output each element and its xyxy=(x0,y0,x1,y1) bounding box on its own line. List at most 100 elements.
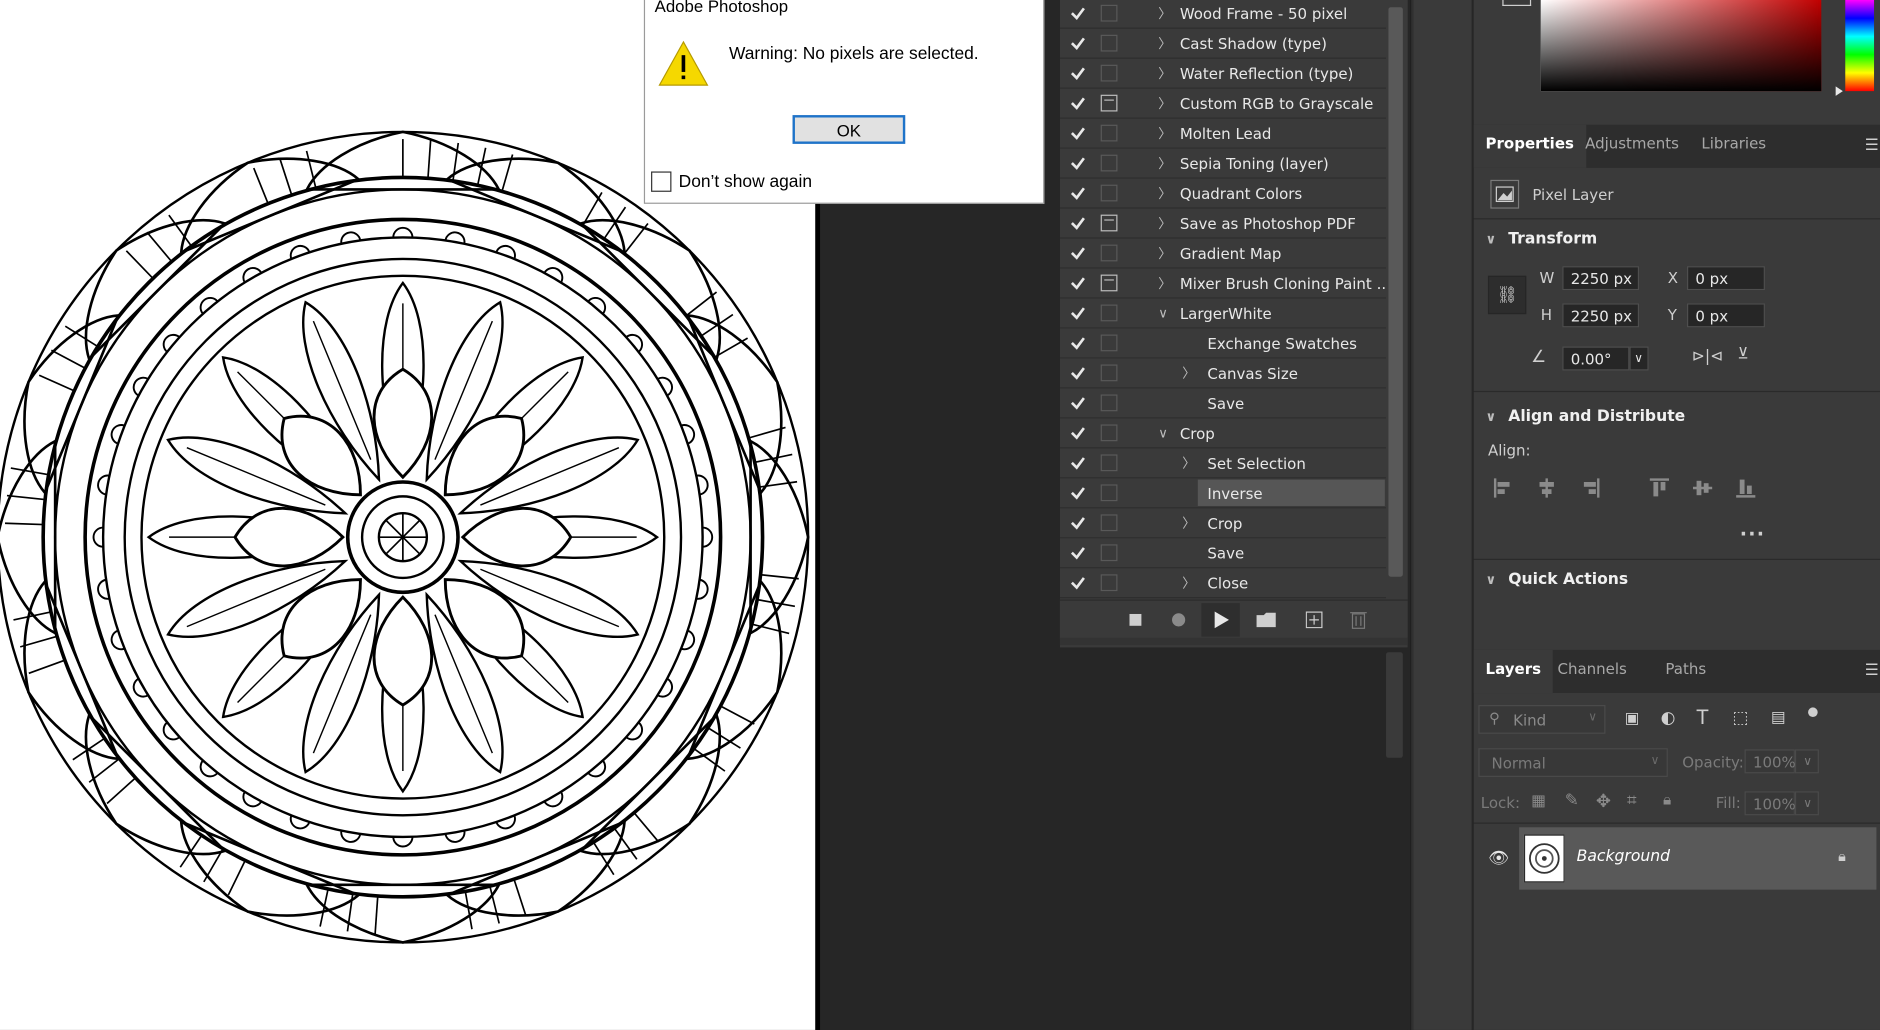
checkmark-icon[interactable] xyxy=(1070,484,1087,501)
chevron-right-icon[interactable]: 〉 xyxy=(1182,513,1195,532)
chevron-right-icon[interactable]: 〉 xyxy=(1158,273,1171,292)
dont-show-again-checkbox[interactable] xyxy=(651,171,672,192)
layer-filter-select[interactable]: ⚲ Kind ∨ xyxy=(1478,705,1606,734)
dialog-toggle-icon[interactable] xyxy=(1100,574,1118,592)
dialog-toggle-icon[interactable] xyxy=(1100,544,1118,562)
action-row[interactable]: Inverse xyxy=(1059,478,1387,509)
checkmark-icon[interactable] xyxy=(1070,364,1087,381)
chevron-right-icon[interactable]: 〉 xyxy=(1158,183,1171,202)
x-field[interactable]: 0 px xyxy=(1686,266,1765,291)
dialog-toggle-icon[interactable] xyxy=(1100,394,1118,412)
tab-paths[interactable]: Paths xyxy=(1653,650,1718,693)
tab-layers[interactable]: Layers xyxy=(1473,649,1554,694)
lock-artboard-icon[interactable]: ⌗ xyxy=(1627,791,1636,810)
dialog-toggle-icon[interactable] xyxy=(1100,514,1118,532)
tab-libraries[interactable]: Libraries xyxy=(1689,125,1778,168)
opacity-field[interactable]: 100% xyxy=(1744,749,1796,774)
flip-vertical-icon[interactable]: ⊻ xyxy=(1737,345,1748,363)
chevron-down-icon[interactable]: ∨ xyxy=(1158,425,1170,441)
dialog-toggle-icon[interactable] xyxy=(1100,334,1118,352)
align-left-icon[interactable] xyxy=(1493,477,1515,503)
checkmark-icon[interactable] xyxy=(1070,125,1087,142)
blend-mode-select[interactable]: Normal ∨ xyxy=(1478,748,1668,777)
dialog-toggle-icon[interactable] xyxy=(1100,274,1118,292)
align-middle-v-icon[interactable] xyxy=(1692,477,1714,503)
action-row[interactable]: 〉 Custom RGB to Grayscale xyxy=(1059,89,1387,119)
dialog-toggle-icon[interactable] xyxy=(1100,34,1118,52)
action-row[interactable]: 〉 Save as Photoshop PDF xyxy=(1059,209,1387,239)
chevron-right-icon[interactable]: 〉 xyxy=(1158,4,1171,23)
opacity-dropdown[interactable]: ∨ xyxy=(1794,749,1819,774)
action-row[interactable]: 〉 Mixer Brush Cloning Paint ... xyxy=(1059,269,1391,299)
action-row[interactable]: 〉 Wood Frame - 50 pixel xyxy=(1059,0,1387,29)
checkmark-icon[interactable] xyxy=(1070,275,1087,292)
color-picker-field[interactable] xyxy=(1540,0,1822,92)
dialog-toggle-icon[interactable] xyxy=(1100,64,1118,82)
action-row[interactable]: 〉 Set Selection xyxy=(1059,448,1387,479)
filter-shape-icon[interactable]: ⬚ xyxy=(1733,709,1749,728)
hue-slider-handle[interactable] xyxy=(1835,86,1843,96)
tab-properties[interactable]: Properties xyxy=(1473,124,1586,168)
play-icon[interactable] xyxy=(1209,608,1235,632)
lock-transparent-icon[interactable]: ▦ xyxy=(1531,793,1546,811)
filter-toggle-icon[interactable] xyxy=(1808,707,1818,718)
filter-pixel-icon[interactable]: ▣ xyxy=(1625,710,1640,728)
checkmark-icon[interactable] xyxy=(1070,95,1087,112)
height-field[interactable]: 2250 px xyxy=(1562,303,1640,328)
document-scrollbar[interactable] xyxy=(1383,647,1408,1030)
action-row[interactable]: 〉 Quadrant Colors xyxy=(1059,179,1387,209)
dialog-toggle-icon[interactable] xyxy=(1100,94,1118,112)
chevron-right-icon[interactable]: 〉 xyxy=(1182,363,1195,382)
y-field[interactable]: 0 px xyxy=(1686,303,1765,328)
fill-dropdown[interactable]: ∨ xyxy=(1794,791,1819,816)
dialog-toggle-icon[interactable] xyxy=(1100,484,1118,502)
chevron-right-icon[interactable]: 〉 xyxy=(1158,153,1171,172)
panel-menu-icon[interactable]: ☰ xyxy=(1865,137,1879,155)
checkmark-icon[interactable] xyxy=(1070,454,1087,471)
chevron-down-icon[interactable]: ∨ xyxy=(1158,305,1170,321)
transform-header[interactable]: ∨ Transform xyxy=(1486,230,1598,248)
flip-horizontal-icon[interactable]: ⊳|⊲ xyxy=(1692,348,1723,366)
document-scroll-thumb[interactable] xyxy=(1386,652,1403,758)
action-row[interactable]: Save xyxy=(1059,388,1387,419)
tab-adjustments[interactable]: Adjustments xyxy=(1573,125,1691,168)
actions-scroll-thumb[interactable] xyxy=(1388,7,1403,577)
action-row[interactable]: ∨ LargerWhite xyxy=(1059,299,1387,329)
dialog-toggle-icon[interactable] xyxy=(1100,154,1118,172)
quick-actions-header[interactable]: ∨ Quick Actions xyxy=(1486,571,1629,589)
ok-button[interactable]: OK xyxy=(792,115,906,144)
filter-smart-object-icon[interactable]: ▤ xyxy=(1771,709,1786,727)
align-bottom-icon[interactable] xyxy=(1735,477,1757,503)
action-row[interactable]: 〉 Crop xyxy=(1059,508,1387,539)
actions-resize-handle[interactable] xyxy=(1059,637,1408,646)
checkmark-icon[interactable] xyxy=(1070,245,1087,262)
lock-move-icon[interactable]: ✥ xyxy=(1596,790,1611,812)
checkmark-icon[interactable] xyxy=(1070,185,1087,202)
lock-brush-icon[interactable]: ✎ xyxy=(1565,791,1579,810)
dialog-toggle-icon[interactable] xyxy=(1100,454,1118,472)
fill-field[interactable]: 100% xyxy=(1744,791,1796,816)
align-top-icon[interactable] xyxy=(1649,477,1671,503)
chevron-right-icon[interactable]: 〉 xyxy=(1158,64,1171,83)
action-row[interactable]: 〉 Close xyxy=(1059,568,1387,599)
chevron-right-icon[interactable]: 〉 xyxy=(1182,453,1195,472)
angle-dropdown[interactable]: ∨ xyxy=(1629,346,1649,371)
action-row[interactable]: 〉 Canvas Size xyxy=(1059,359,1387,389)
lock-all-icon[interactable]: 🔒︎ xyxy=(1663,791,1671,809)
dialog-toggle-icon[interactable] xyxy=(1100,184,1118,202)
checkmark-icon[interactable] xyxy=(1070,5,1087,22)
new-action-icon[interactable] xyxy=(1301,608,1327,632)
action-row[interactable]: ∨ Crop xyxy=(1059,418,1387,449)
dialog-toggle-icon[interactable] xyxy=(1100,4,1118,22)
dont-show-again-option[interactable]: Don’t show again xyxy=(651,171,812,192)
action-row[interactable]: 〉 Sepia Toning (layer) xyxy=(1059,149,1387,179)
checkmark-icon[interactable] xyxy=(1070,514,1087,531)
chevron-right-icon[interactable]: 〉 xyxy=(1158,34,1171,53)
checkmark-icon[interactable] xyxy=(1070,394,1087,411)
eye-icon[interactable]: 👁︎ xyxy=(1488,849,1509,868)
chevron-right-icon[interactable]: 〉 xyxy=(1158,123,1171,142)
checkmark-icon[interactable] xyxy=(1070,424,1087,441)
checkmark-icon[interactable] xyxy=(1070,335,1087,352)
action-row[interactable]: Save xyxy=(1059,538,1387,569)
action-row[interactable]: 〉 Molten Lead xyxy=(1059,119,1387,149)
